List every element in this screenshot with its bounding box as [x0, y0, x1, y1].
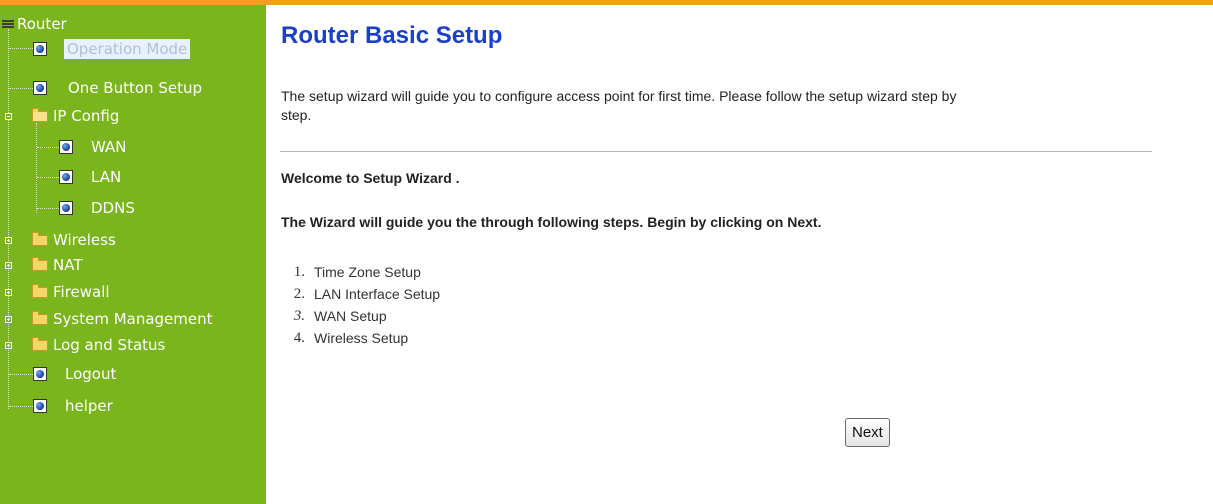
page-title: Router Basic Setup: [281, 22, 503, 49]
folder-icon: [32, 231, 48, 246]
tree-line: [37, 147, 59, 148]
sidebar-tree: Router Operation Mode One Button Setup I…: [0, 5, 266, 504]
step-label: Wireless Setup: [314, 330, 409, 346]
list-item: 3. WAN Setup: [281, 308, 440, 330]
welcome-heading: Welcome to Setup Wizard .: [281, 170, 460, 186]
folder-icon: [32, 310, 48, 325]
step-number: 2.: [293, 286, 305, 302]
sidebar-item-ip-config[interactable]: IP Config: [5, 105, 119, 127]
sidebar-item-label: Firewall: [53, 283, 110, 301]
step-label: LAN Interface Setup: [314, 286, 441, 302]
sidebar-item-label: helper: [65, 397, 113, 415]
tree-line: [9, 88, 33, 89]
sidebar-item-label: Wireless: [53, 231, 116, 249]
divider: [280, 151, 1152, 152]
sidebar-item-label: DDNS: [91, 199, 135, 217]
page-icon: [33, 81, 47, 95]
sidebar-item-ddns[interactable]: DDNS: [59, 197, 135, 219]
intro-text: The setup wizard will guide you to confi…: [281, 87, 1151, 125]
page-icon: [33, 42, 47, 56]
sidebar-item-wireless[interactable]: Wireless: [5, 229, 116, 251]
next-button[interactable]: Next: [845, 418, 890, 447]
list-item: 1. Time Zone Setup: [281, 264, 440, 286]
guide-text: The Wizard will guide you the through fo…: [281, 214, 822, 230]
sidebar-item-label: IP Config: [53, 107, 120, 125]
step-number: 4.: [293, 330, 305, 346]
tree-line: [9, 48, 33, 49]
tree-line: [36, 123, 37, 213]
expand-icon[interactable]: [5, 315, 12, 323]
sidebar-item-firewall[interactable]: Firewall: [5, 281, 110, 303]
step-number: 3.: [293, 308, 305, 324]
sidebar-item-label: LAN: [91, 168, 122, 186]
collapse-icon[interactable]: [5, 112, 12, 120]
expand-icon[interactable]: [5, 341, 12, 349]
sidebar-item-system-management[interactable]: System Management: [5, 308, 213, 330]
sidebar-item-label: NAT: [53, 256, 83, 274]
tree-line: [9, 406, 33, 407]
expand-icon[interactable]: [5, 261, 12, 269]
page-icon: [59, 201, 73, 215]
page-icon: [59, 140, 73, 154]
tree-root-router[interactable]: Router: [2, 15, 67, 33]
tree-root-label: Router: [17, 15, 67, 33]
tree-line: [37, 177, 59, 178]
sidebar-item-nat[interactable]: NAT: [5, 254, 82, 276]
steps-list: 1. Time Zone Setup 2. LAN Interface Setu…: [281, 264, 440, 352]
sidebar-item-label: Log and Status: [53, 336, 166, 354]
sidebar-item-one-button-setup[interactable]: One Button Setup: [33, 77, 202, 99]
folder-open-icon: [32, 107, 48, 122]
sidebar-item-label: Operation Mode: [64, 39, 191, 59]
intro-line: step.: [281, 107, 312, 123]
sidebar-item-log-and-status[interactable]: Log and Status: [5, 334, 165, 356]
sidebar-item-wan[interactable]: WAN: [59, 136, 127, 158]
list-item: 4. Wireless Setup: [281, 330, 440, 352]
folder-icon: [32, 336, 48, 351]
expand-icon[interactable]: [5, 236, 12, 244]
page-icon: [59, 170, 73, 184]
sidebar-item-lan[interactable]: LAN: [59, 166, 121, 188]
page-icon: [33, 399, 47, 413]
step-label: Time Zone Setup: [314, 264, 421, 280]
router-icon: [2, 19, 14, 29]
sidebar-item-logout[interactable]: Logout: [33, 363, 116, 385]
list-item: 2. LAN Interface Setup: [281, 286, 440, 308]
step-label: WAN Setup: [314, 308, 387, 324]
tree-line: [37, 208, 59, 209]
page-icon: [33, 367, 47, 381]
folder-icon: [32, 283, 48, 298]
sidebar-item-label: System Management: [53, 310, 213, 328]
sidebar-item-label: WAN: [91, 138, 127, 156]
tree-line: [9, 374, 33, 375]
sidebar-item-helper[interactable]: helper: [33, 395, 113, 417]
sidebar-item-operation-mode[interactable]: Operation Mode: [33, 38, 191, 60]
folder-icon: [32, 256, 48, 271]
sidebar-item-label: Logout: [65, 365, 117, 383]
intro-line: The setup wizard will guide you to confi…: [281, 88, 957, 104]
sidebar-item-label: One Button Setup: [68, 79, 202, 97]
expand-icon[interactable]: [5, 288, 12, 296]
step-number: 1.: [293, 264, 305, 280]
